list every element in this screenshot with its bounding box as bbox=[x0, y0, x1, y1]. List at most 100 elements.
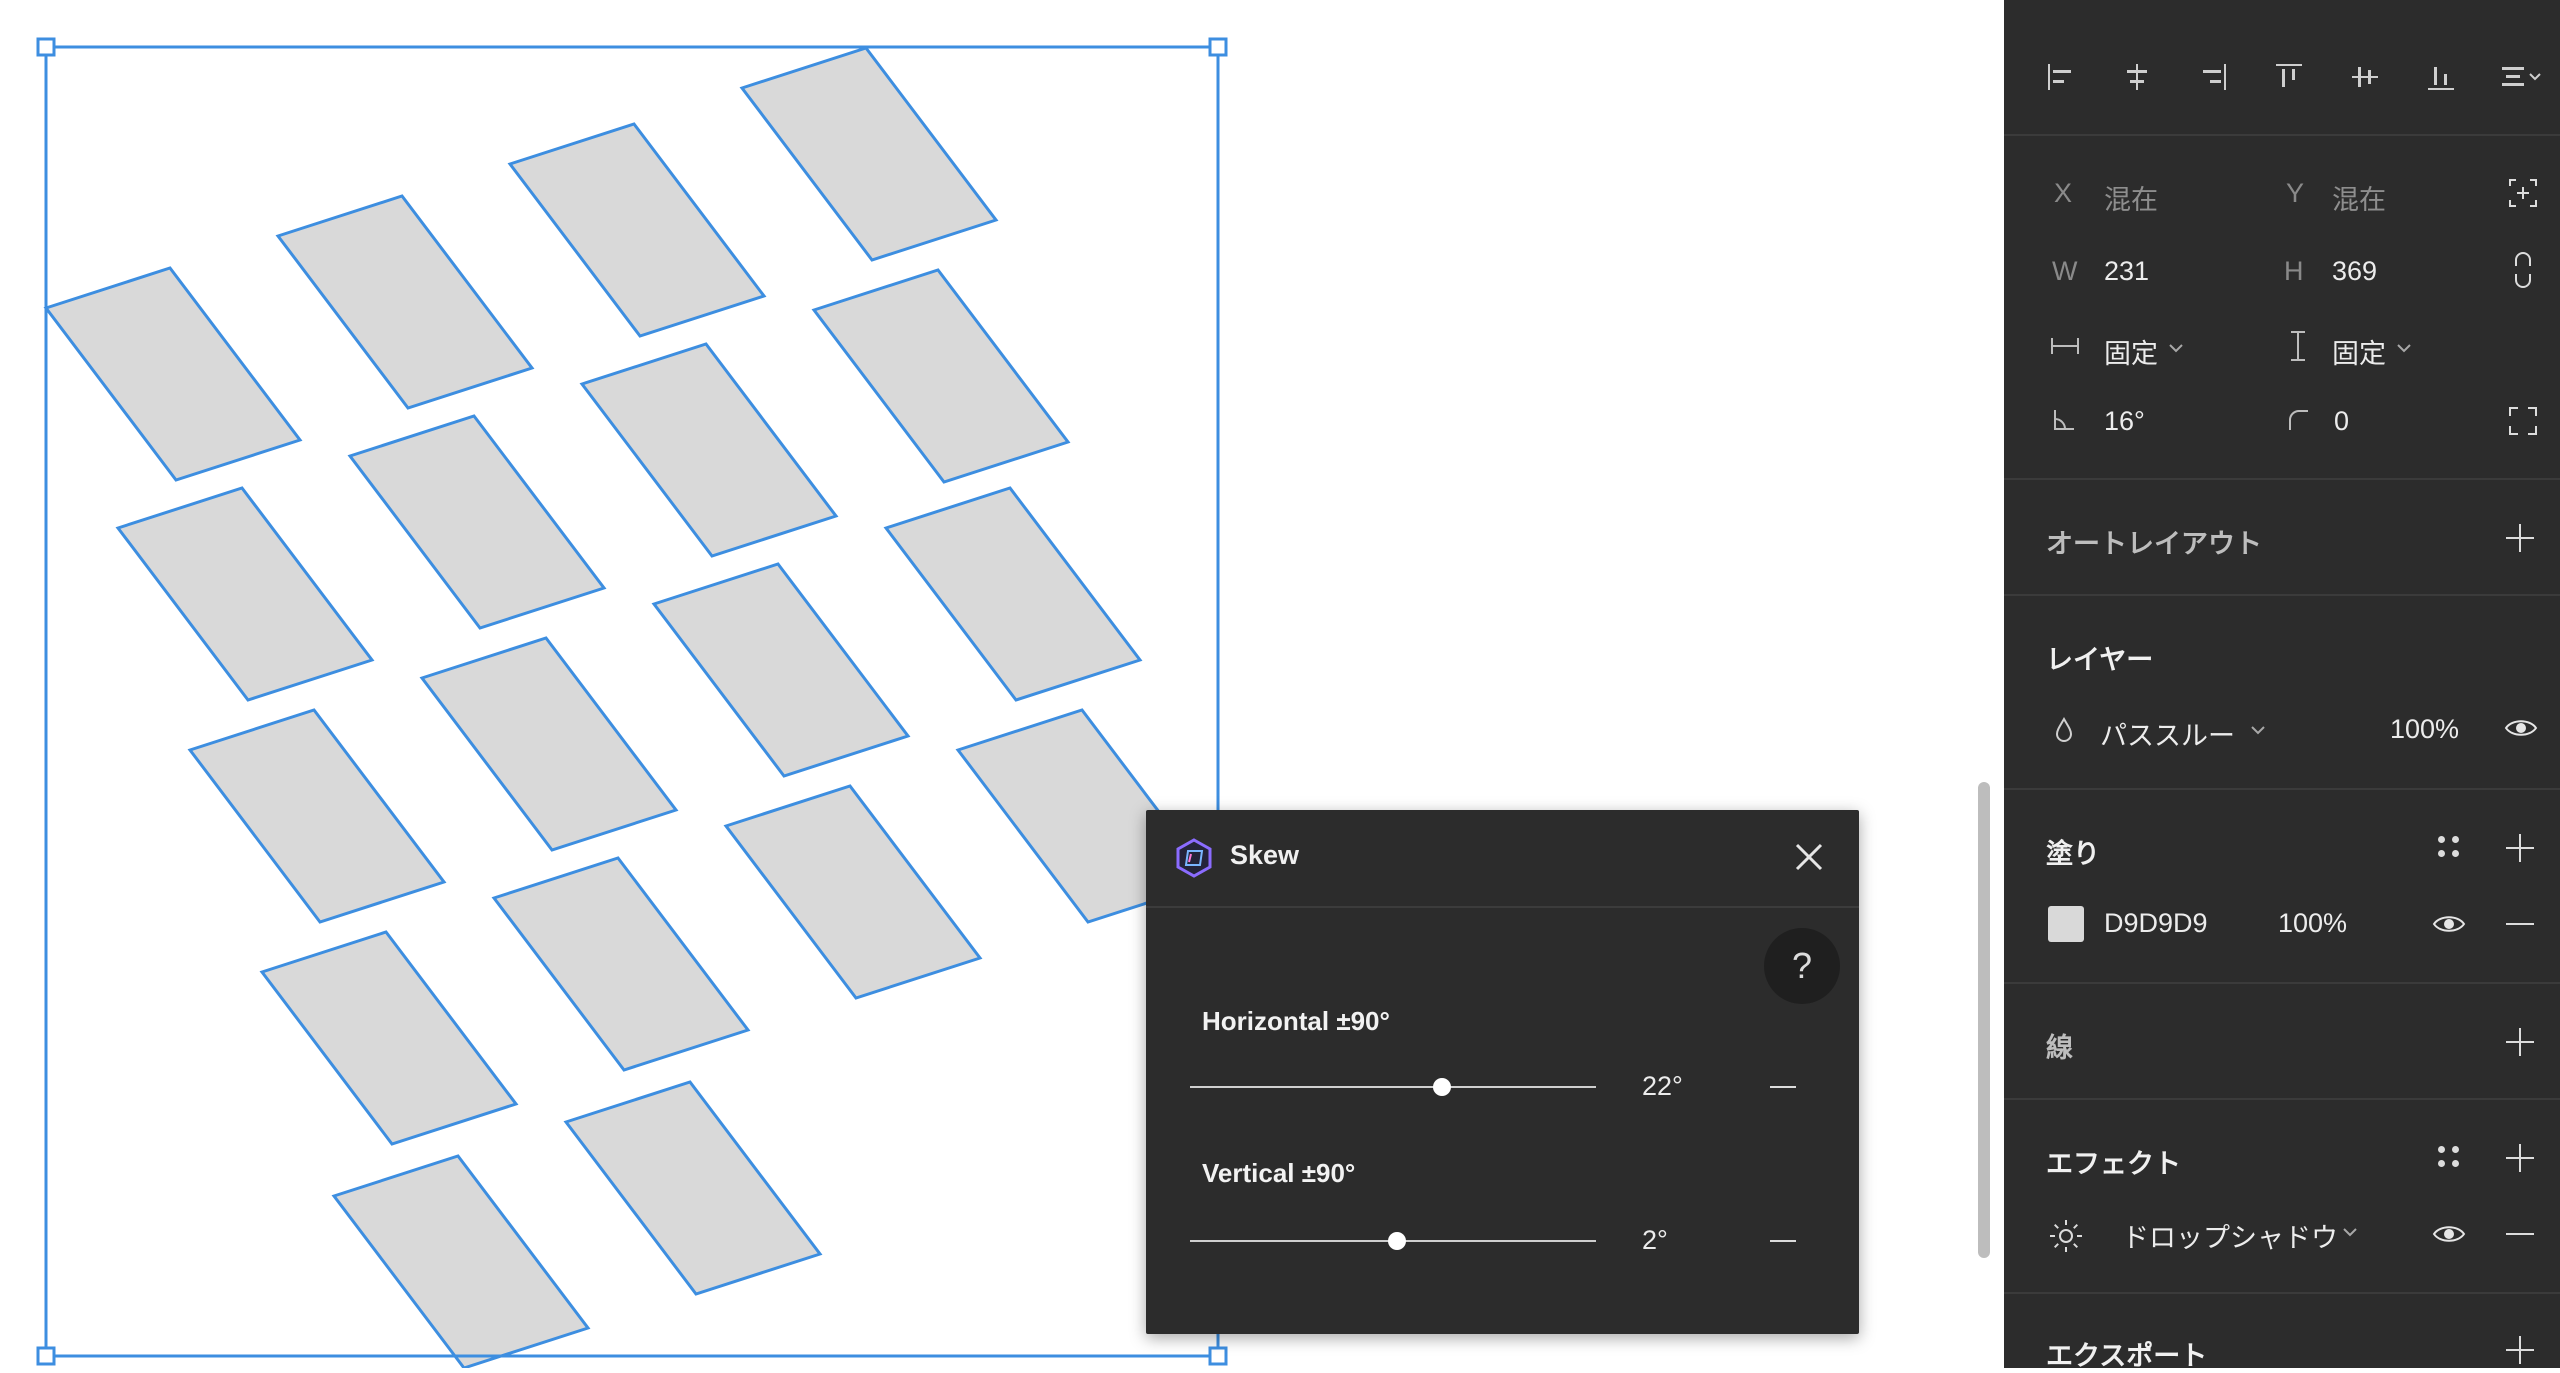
blend-mode-value: パススルー bbox=[2100, 721, 2235, 751]
skewed-rectangle[interactable] bbox=[347, 414, 607, 630]
skewed-rectangle[interactable] bbox=[491, 856, 751, 1072]
align-left-icon[interactable] bbox=[2046, 62, 2076, 92]
selection-handle-top-right[interactable] bbox=[1208, 37, 1228, 57]
add-auto-layout-button[interactable] bbox=[2506, 524, 2534, 552]
w-input[interactable]: 231 bbox=[2104, 256, 2149, 287]
eye-icon[interactable] bbox=[2432, 1222, 2466, 1246]
y-label: Y bbox=[2286, 178, 2305, 208]
rotation-input[interactable]: 16° bbox=[2104, 406, 2145, 437]
skewed-rectangle[interactable] bbox=[115, 486, 375, 702]
auto-layout-section-title: オートレイアウト bbox=[2046, 529, 2262, 559]
vertical-skew-slider[interactable] bbox=[1190, 1232, 1596, 1250]
corner-radius-icon bbox=[2289, 410, 2308, 430]
skew-dialog-title: Skew bbox=[1230, 840, 1300, 870]
skewed-rectangle[interactable] bbox=[723, 784, 983, 1000]
skewed-rectangle[interactable] bbox=[883, 486, 1143, 702]
blend-mode-drop-icon bbox=[2055, 716, 2073, 742]
layer-section-title: レイヤー bbox=[2046, 645, 2154, 675]
skewed-rectangle[interactable] bbox=[563, 1080, 823, 1296]
skewed-rectangle[interactable] bbox=[43, 266, 303, 482]
w-label: W bbox=[2052, 256, 2078, 286]
distribute-menu-icon[interactable] bbox=[2500, 62, 2552, 92]
skewed-rectangle[interactable] bbox=[275, 194, 535, 410]
position-adjust-icon[interactable] bbox=[2508, 178, 2538, 208]
effect-settings-icon[interactable] bbox=[2048, 1218, 2084, 1254]
add-export-button[interactable] bbox=[2506, 1336, 2534, 1364]
corner-radius-input[interactable]: 0 bbox=[2334, 406, 2349, 437]
y-input[interactable]: 混在 bbox=[2332, 178, 2386, 217]
add-stroke-button[interactable] bbox=[2506, 1028, 2534, 1056]
fill-styles-icon[interactable] bbox=[2438, 836, 2460, 858]
horizontal-skew-label: Horizontal ±90° bbox=[1202, 1006, 1390, 1036]
vertical-slider-knob[interactable] bbox=[1388, 1232, 1407, 1250]
remove-effect-button[interactable] bbox=[2506, 1233, 2534, 1235]
vertical-resize-icon bbox=[2291, 331, 2305, 361]
chevron-down-icon bbox=[2397, 344, 2411, 353]
rotation-icon bbox=[2054, 410, 2074, 430]
chevron-down-icon bbox=[2343, 1228, 2357, 1237]
skewed-rectangle[interactable] bbox=[651, 562, 911, 778]
horizontal-skew-value[interactable]: 22° bbox=[1642, 1071, 1683, 1102]
skewed-rectangle[interactable] bbox=[739, 46, 999, 262]
constrain-proportions-icon[interactable] bbox=[2512, 252, 2534, 288]
align-bottom-icon[interactable] bbox=[2426, 62, 2456, 92]
align-right-icon[interactable] bbox=[2198, 62, 2228, 92]
height-mode-value: 固定 bbox=[2332, 339, 2386, 369]
skewed-rectangle[interactable] bbox=[579, 342, 839, 558]
fill-opacity-input[interactable]: 100% bbox=[2278, 908, 2347, 939]
chevron-down-icon bbox=[2251, 726, 2265, 735]
chevron-down-icon bbox=[2169, 344, 2183, 353]
width-mode-dropdown[interactable]: 固定 bbox=[2104, 330, 2264, 369]
vertical-skew-label: Vertical ±90° bbox=[1202, 1158, 1356, 1188]
align-vertical-center-icon[interactable] bbox=[2350, 62, 2380, 92]
properties-panel: X 混在 Y 混在 W 231 H 369 固定 固定 16° 0 オートレイア… bbox=[2004, 0, 2560, 1371]
x-label: X bbox=[2054, 178, 2073, 208]
independent-corners-icon[interactable] bbox=[2508, 406, 2538, 436]
layer-opacity-input[interactable]: 100% bbox=[2390, 714, 2459, 745]
width-mode-value: 固定 bbox=[2104, 339, 2158, 369]
add-effect-button[interactable] bbox=[2506, 1144, 2534, 1172]
h-label: H bbox=[2284, 256, 2304, 286]
skewed-rectangle[interactable] bbox=[331, 1154, 591, 1368]
close-icon[interactable] bbox=[1794, 842, 1824, 872]
eye-icon[interactable] bbox=[2504, 716, 2538, 740]
blend-mode-dropdown[interactable]: パススルー bbox=[2100, 712, 2280, 751]
skew-dialog-header[interactable]: Skew bbox=[1146, 810, 1859, 908]
horizontal-remove-button[interactable] bbox=[1770, 1086, 1796, 1088]
vertical-skew-value[interactable]: 2° bbox=[1642, 1225, 1668, 1256]
fill-color-swatch[interactable] bbox=[2048, 906, 2084, 942]
skewed-rectangle[interactable] bbox=[419, 636, 679, 852]
skew-plugin-icon bbox=[1176, 838, 1212, 878]
fill-hex-input[interactable]: D9D9D9 bbox=[2104, 908, 2208, 939]
selection-handle-bottom-right[interactable] bbox=[1208, 1346, 1228, 1366]
skewed-rectangle[interactable] bbox=[187, 708, 447, 924]
remove-fill-button[interactable] bbox=[2506, 923, 2534, 925]
skew-dialog: Skew ? Horizontal ±90° 22° Vertical ±90°… bbox=[1146, 810, 1859, 1334]
horizontal-slider-knob[interactable] bbox=[1432, 1078, 1451, 1096]
effect-styles-icon[interactable] bbox=[2438, 1146, 2460, 1168]
skewed-rectangles[interactable] bbox=[43, 46, 1215, 1368]
skewed-rectangle[interactable] bbox=[507, 122, 767, 338]
skewed-rectangle[interactable] bbox=[259, 930, 519, 1146]
add-fill-button[interactable] bbox=[2506, 834, 2534, 862]
selection-handle-bottom-left[interactable] bbox=[36, 1346, 56, 1366]
effect-type-value: ドロップシャドウ bbox=[2122, 1223, 2338, 1253]
export-section-title: エクスポート bbox=[2046, 1341, 2208, 1371]
effects-section-title: エフェクト bbox=[2046, 1149, 2181, 1179]
h-input[interactable]: 369 bbox=[2332, 256, 2377, 287]
eye-icon[interactable] bbox=[2432, 912, 2466, 936]
height-mode-dropdown[interactable]: 固定 bbox=[2332, 330, 2492, 369]
align-horizontal-center-icon[interactable] bbox=[2122, 62, 2152, 92]
fill-section-title: 塗り bbox=[2046, 839, 2100, 869]
help-button[interactable]: ? bbox=[1764, 928, 1840, 1004]
stroke-section-title: 線 bbox=[2046, 1033, 2073, 1063]
horizontal-skew-slider[interactable] bbox=[1190, 1078, 1596, 1096]
canvas-scrollbar[interactable] bbox=[1978, 782, 1990, 1258]
selection-handle-top-left[interactable] bbox=[36, 37, 56, 57]
skewed-rectangle[interactable] bbox=[811, 268, 1071, 484]
x-input[interactable]: 混在 bbox=[2104, 178, 2158, 217]
horizontal-resize-icon bbox=[2051, 338, 2079, 354]
vertical-remove-button[interactable] bbox=[1770, 1240, 1796, 1242]
effect-type-dropdown[interactable]: ドロップシャドウ bbox=[2122, 1214, 2382, 1253]
align-top-icon[interactable] bbox=[2274, 62, 2304, 92]
